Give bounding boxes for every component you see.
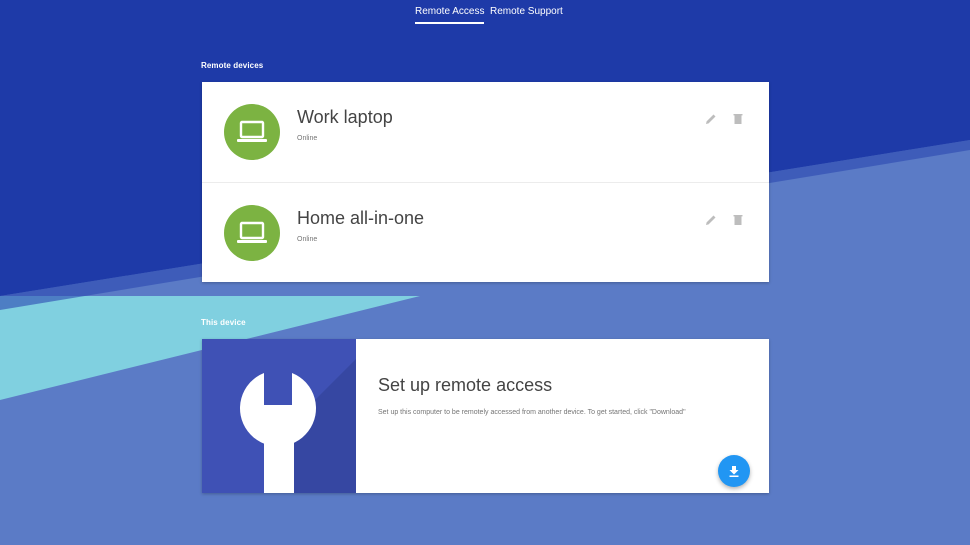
remote-devices-list: Work laptop Online Home all-in-one Onlin… xyxy=(202,82,769,282)
delete-icon[interactable] xyxy=(731,112,745,126)
tab-bar: Remote Access Remote Support xyxy=(0,0,970,30)
setup-description: Set up this computer to be remotely acce… xyxy=(378,409,686,416)
tab-remote-access[interactable]: Remote Access xyxy=(415,6,485,26)
device-avatar xyxy=(224,104,280,160)
edit-icon[interactable] xyxy=(704,213,718,227)
wrench-icon xyxy=(240,359,356,493)
laptop-icon xyxy=(237,221,267,243)
setup-title: Set up remote access xyxy=(378,375,553,395)
remote-devices-heading: Remote devices xyxy=(201,61,264,70)
this-device-heading: This device xyxy=(201,318,246,327)
device-name: Work laptop xyxy=(297,107,393,127)
device-status: Online xyxy=(297,236,318,243)
device-item-home-all-in-one[interactable]: Home all-in-one Online xyxy=(202,182,769,282)
device-name: Home all-in-one xyxy=(297,208,425,228)
device-item-work-laptop[interactable]: Work laptop Online xyxy=(202,82,769,182)
device-avatar xyxy=(224,205,280,261)
download-button[interactable] xyxy=(718,455,750,487)
download-icon xyxy=(729,466,739,477)
device-status: Online xyxy=(297,135,318,142)
setup-graphic xyxy=(202,339,356,493)
delete-icon[interactable] xyxy=(731,213,745,227)
setup-remote-access-card: Set up remote access Set up this compute… xyxy=(202,339,769,493)
laptop-icon xyxy=(237,120,267,142)
tab-remote-support[interactable]: Remote Support xyxy=(490,6,563,26)
edit-icon[interactable] xyxy=(704,112,718,126)
